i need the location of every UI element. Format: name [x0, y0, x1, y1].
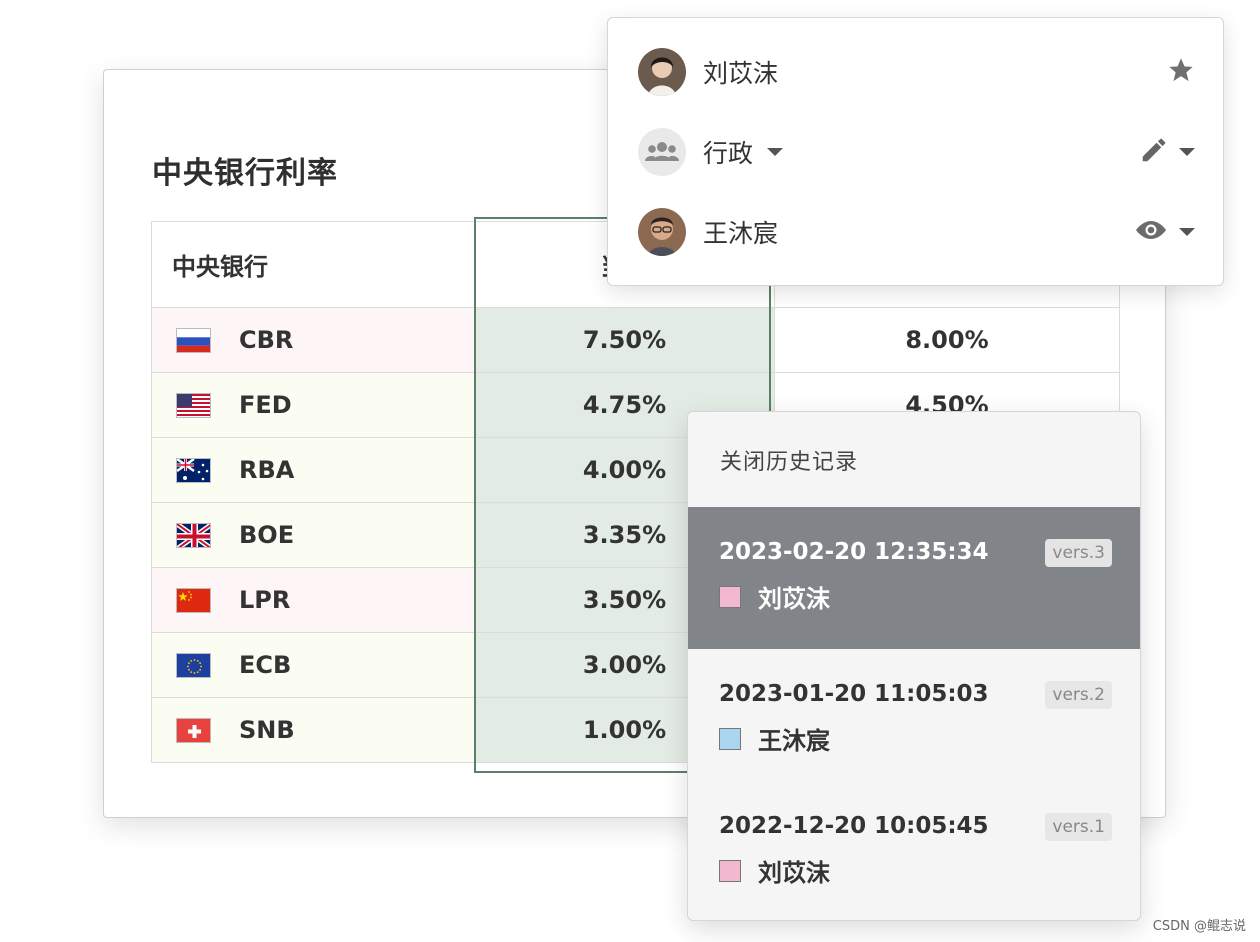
user-name: 王沐宸 — [703, 219, 779, 248]
russia-flag-icon — [176, 327, 211, 353]
role-control[interactable] — [1167, 56, 1195, 88]
usa-flag-icon — [176, 392, 211, 418]
bank-cell[interactable]: FED — [151, 372, 475, 438]
role-dropdown[interactable] — [1139, 135, 1195, 169]
close-history-link[interactable]: 关闭历史记录 — [720, 444, 858, 476]
bank-name: SNB — [239, 716, 295, 744]
card-title: 中央银行利率 — [152, 156, 338, 191]
bank-cell[interactable]: BOE — [151, 502, 475, 568]
bank-name: RBA — [239, 456, 295, 484]
history-entry[interactable]: 2023-01-20 11:05:03 vers.2 王沐宸 — [688, 649, 1140, 791]
author-color-swatch — [719, 727, 741, 750]
current-rate-cell[interactable]: 7.50% — [474, 307, 775, 373]
version-history-panel: 关闭历史记录 2023-02-20 12:35:34 vers.3 刘苡沫 20… — [687, 411, 1141, 921]
group-name-dropdown[interactable]: 行政 — [703, 134, 784, 170]
watermark: CSDN @鲲志说 — [1152, 919, 1246, 934]
share-permissions-popover: 刘苡沫 行政 王沐宸 — [607, 17, 1224, 286]
bank-cell[interactable]: ECB — [151, 632, 475, 698]
bank-name: BOE — [239, 521, 295, 549]
avatar — [638, 208, 686, 256]
history-author: 刘苡沫 — [758, 859, 830, 887]
eu-flag-icon — [176, 652, 211, 678]
version-badge: vers.2 — [1045, 681, 1112, 709]
eye-icon[interactable] — [1133, 217, 1169, 247]
group-avatar — [638, 128, 686, 176]
bank-cell[interactable]: RBA — [151, 437, 475, 503]
swiss-flag-icon — [176, 717, 211, 743]
star-icon[interactable] — [1167, 56, 1195, 88]
avatar — [638, 48, 686, 96]
history-entry[interactable]: 2022-12-20 10:05:45 vers.1 刘苡沫 — [688, 781, 1140, 920]
chevron-down-icon[interactable] — [1179, 228, 1195, 236]
bank-name: ECB — [239, 651, 292, 679]
group-name: 行政 — [703, 139, 754, 168]
bank-name: LPR — [239, 586, 291, 614]
bank-cell[interactable]: LPR — [151, 567, 475, 633]
permission-row[interactable]: 王沐宸 — [638, 207, 1195, 257]
chevron-down-icon[interactable] — [767, 148, 784, 156]
table-row[interactable]: CBR 7.50% 8.00% — [151, 307, 1120, 373]
previous-rate-cell[interactable]: 8.00% — [774, 307, 1120, 373]
history-entry[interactable]: 2023-02-20 12:35:34 vers.3 刘苡沫 — [688, 507, 1140, 649]
bank-cell[interactable]: SNB — [151, 697, 475, 763]
user-name: 刘苡沫 — [703, 59, 779, 88]
version-badge: vers.3 — [1045, 539, 1112, 567]
author-color-swatch — [719, 859, 741, 882]
pencil-icon[interactable] — [1139, 135, 1169, 169]
bank-name: CBR — [239, 326, 294, 354]
group-icon — [645, 142, 679, 161]
bank-cell[interactable]: CBR — [151, 307, 475, 373]
uk-flag-icon — [176, 522, 211, 548]
column-header-bank[interactable]: 中央银行 — [151, 221, 475, 308]
permission-row[interactable]: 刘苡沫 — [638, 47, 1195, 97]
china-flag-icon — [176, 587, 211, 613]
australia-flag-icon — [176, 457, 211, 483]
history-author: 刘苡沫 — [758, 585, 830, 613]
role-dropdown[interactable] — [1133, 217, 1195, 247]
author-color-swatch — [719, 585, 741, 608]
permission-row[interactable]: 行政 — [638, 127, 1195, 177]
chevron-down-icon[interactable] — [1179, 148, 1195, 156]
version-badge: vers.1 — [1045, 813, 1112, 841]
history-author: 王沐宸 — [758, 727, 830, 755]
bank-name: FED — [239, 391, 292, 419]
